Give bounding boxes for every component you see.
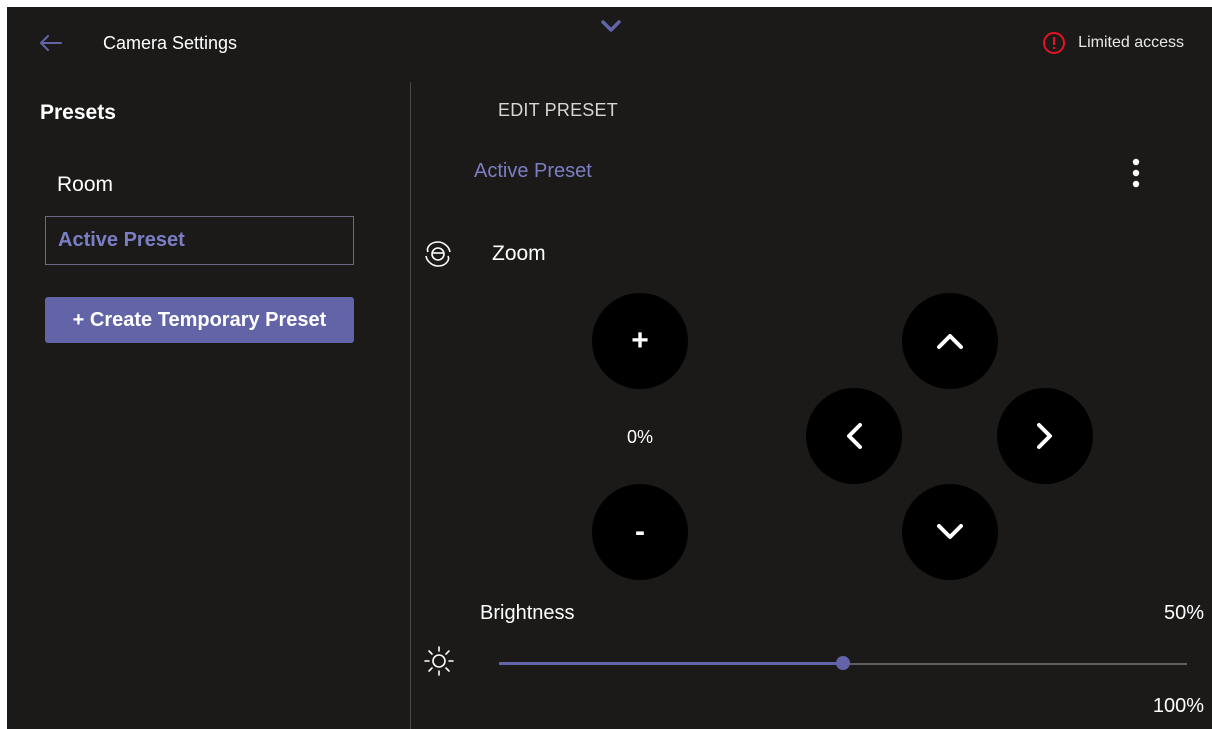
preset-name: Active Preset (474, 160, 592, 182)
collapse-button[interactable] (593, 13, 629, 39)
brightness-slider[interactable] (499, 656, 1187, 672)
slider-thumb[interactable] (836, 656, 850, 670)
alert-circle-icon (1043, 32, 1066, 54)
preset-item-label: Room (57, 173, 114, 196)
slider-fill (499, 662, 843, 665)
pan-down-button[interactable] (902, 484, 998, 580)
arrow-left-icon (40, 35, 62, 51)
more-options-button[interactable] (1121, 153, 1151, 193)
status-text: Limited access (1078, 34, 1184, 51)
chevron-left-icon (847, 423, 862, 449)
page-title: Camera Settings (103, 33, 238, 53)
preset-item-active[interactable]: Active Preset (45, 216, 354, 265)
slider-max-label: 100% (1152, 695, 1204, 717)
sun-icon (423, 645, 455, 677)
more-vertical-icon (1132, 158, 1140, 188)
brightness-value: 50% (1163, 602, 1204, 624)
chevron-right-icon (1037, 423, 1052, 449)
zoom-out-label: - (635, 515, 645, 548)
pan-up-button[interactable] (902, 293, 998, 389)
pan-left-button[interactable] (806, 388, 902, 484)
zoom-in-label: + (631, 324, 649, 357)
chevron-down-icon (937, 524, 963, 539)
zoom-value: 0% (626, 427, 653, 447)
preset-item-room[interactable]: Room (45, 165, 355, 205)
zoom-out-button[interactable]: - (592, 484, 688, 580)
zoom-icon (423, 239, 453, 269)
pane-divider (410, 82, 411, 729)
app-window: Camera Settings Limited access Presets R… (7, 7, 1212, 729)
pan-right-button[interactable] (997, 388, 1093, 484)
access-status: Limited access (1042, 31, 1184, 55)
zoom-in-button[interactable]: + (592, 293, 688, 389)
chevron-up-icon (937, 334, 963, 349)
brightness-label: Brightness (480, 602, 575, 624)
presets-heading: Presets (40, 101, 116, 124)
chevron-down-icon (601, 20, 621, 32)
zoom-label: Zoom (492, 242, 546, 265)
back-button[interactable] (35, 29, 67, 57)
create-temporary-preset-button[interactable]: + Create Temporary Preset (45, 297, 354, 343)
section-heading: EDIT PRESET (498, 100, 618, 120)
preset-item-label: Active Preset (58, 229, 185, 251)
